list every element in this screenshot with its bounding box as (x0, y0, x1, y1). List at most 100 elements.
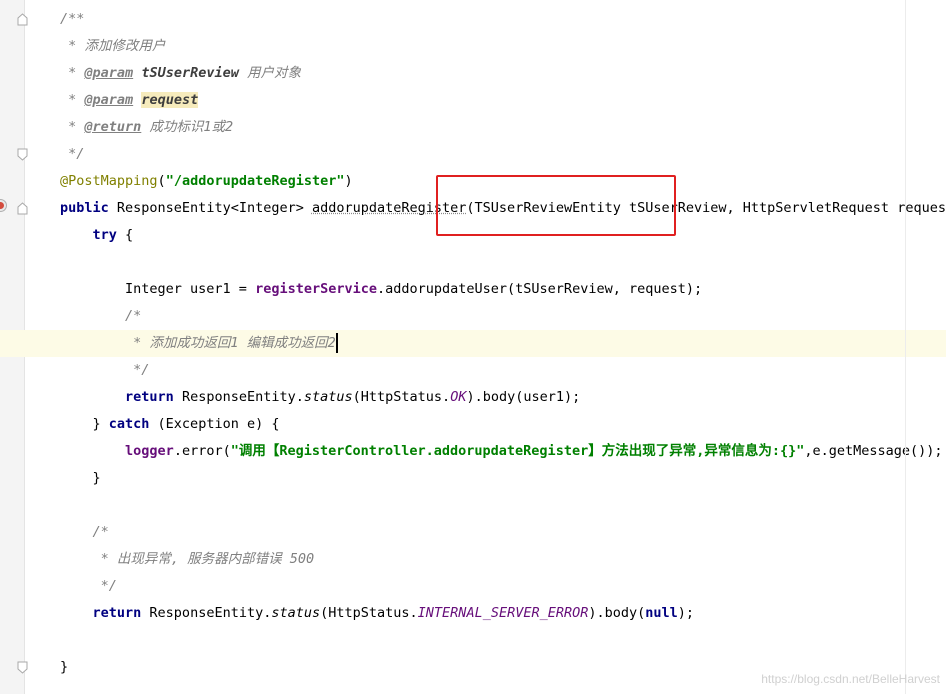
code-token: ,e.getMessage()); (804, 443, 943, 459)
code-line-text: /* (60, 303, 141, 330)
code-line-text: */ (60, 141, 84, 168)
code-token: catch (108, 416, 150, 432)
code-line[interactable]: */ (0, 141, 946, 168)
code-token: @return (84, 119, 142, 135)
code-token: ).body( (588, 605, 646, 621)
code-line-text: Integer user1 = registerService.addorupd… (60, 276, 702, 303)
code-token: return (92, 605, 142, 621)
code-line-text: * @param tSUserReview 用户对象 (60, 60, 301, 87)
code-line[interactable]: */ (0, 357, 946, 384)
code-token: @param (84, 92, 134, 108)
code-token: ) (344, 173, 353, 189)
code-line[interactable] (0, 249, 946, 276)
code-line-text: @PostMapping("/addorupdateRegister") (60, 168, 353, 195)
code-token: 用户对象 (238, 65, 301, 81)
code-token: */ (60, 578, 117, 594)
code-line[interactable]: return ResponseEntity.status(HttpStatus.… (0, 384, 946, 411)
code-line-text: /** (60, 6, 84, 33)
code-token: "调用【RegisterController.addorupdateRegist… (230, 443, 805, 459)
text-caret (335, 333, 338, 353)
code-token: status (271, 605, 321, 621)
code-token: return (125, 389, 174, 405)
code-token: /* (60, 308, 142, 324)
code-token: ); (677, 605, 695, 621)
right-margin-guide (905, 0, 906, 694)
code-token: ResponseEntity. (141, 605, 272, 621)
code-token: ResponseEntity<Integer> (108, 200, 312, 216)
code-line-text: * @param request (60, 87, 199, 114)
code-token: (HttpStatus. (320, 605, 418, 621)
code-token: * 添加成功返回1 编辑成功返回2 (60, 335, 336, 351)
code-line-text: return ResponseEntity.status(HttpStatus.… (60, 600, 695, 627)
code-token: public (60, 200, 109, 216)
code-token: { (116, 227, 134, 243)
code-token: @PostMapping (60, 173, 158, 189)
code-token: } (60, 659, 69, 675)
code-line-text: /* (60, 519, 109, 546)
code-token: logger (125, 443, 174, 459)
code-token: /** (60, 11, 85, 27)
code-token: (Exception e) { (149, 416, 280, 432)
code-token: */ (60, 362, 150, 378)
code-token: request (141, 92, 199, 108)
code-token: ResponseEntity. (173, 389, 304, 405)
code-token: "/addorupdateRegister" (165, 173, 345, 189)
code-token: ( (157, 173, 166, 189)
code-line-text: * 出现异常, 服务器内部错误 500 (60, 546, 315, 573)
code-token: .addorupdateUser(tSUserReview, request); (377, 281, 703, 297)
code-line[interactable]: * @param request (0, 87, 946, 114)
code-line-text: * @return 成功标识1或2 (60, 114, 233, 141)
code-line[interactable]: * 添加修改用户 (0, 33, 946, 60)
code-line[interactable]: * @return 成功标识1或2 (0, 114, 946, 141)
code-token: * 添加修改用户 (60, 38, 166, 54)
code-line[interactable]: * 添加成功返回1 编辑成功返回2 (0, 330, 946, 357)
code-line-text: } (60, 465, 101, 492)
code-token: INTERNAL_SERVER_ERROR (417, 605, 589, 621)
code-token: .error( (173, 443, 231, 459)
code-line[interactable] (0, 492, 946, 519)
code-token: * 出现异常, 服务器内部错误 500 (60, 551, 315, 567)
code-line[interactable]: return ResponseEntity.status(HttpStatus.… (0, 600, 946, 627)
code-editor[interactable]: /** * 添加修改用户 * @param tSUserReview 用户对象 … (0, 0, 946, 694)
code-line-text: * 添加成功返回1 编辑成功返回2 (60, 330, 338, 357)
code-token: * (60, 92, 85, 108)
code-token: * (60, 65, 85, 81)
code-line-text: } catch (Exception e) { (60, 411, 280, 438)
code-token: } (60, 470, 101, 486)
code-line-text: return ResponseEntity.status(HttpStatus.… (60, 384, 580, 411)
code-token: registerService (255, 281, 377, 297)
code-token: @param (84, 65, 134, 81)
code-token: */ (60, 146, 85, 162)
code-token: 成功标识1或2 (141, 119, 234, 135)
code-line-text: * 添加修改用户 (60, 33, 165, 60)
code-line-text: logger.error("调用【RegisterController.addo… (60, 438, 943, 465)
code-line[interactable]: } catch (Exception e) { (0, 411, 946, 438)
code-line-text: */ (60, 357, 149, 384)
code-token: } (60, 416, 109, 432)
code-line[interactable]: Integer user1 = registerService.addorupd… (0, 276, 946, 303)
code-line[interactable]: } (0, 465, 946, 492)
code-token: tSUserReview (141, 65, 239, 81)
code-line[interactable]: /* (0, 303, 946, 330)
code-line-text: } (60, 654, 68, 681)
code-line-text: */ (60, 573, 117, 600)
code-line[interactable]: logger.error("调用【RegisterController.addo… (0, 438, 946, 465)
code-line[interactable] (0, 627, 946, 654)
code-line[interactable]: * 出现异常, 服务器内部错误 500 (0, 546, 946, 573)
code-line[interactable]: * @param tSUserReview 用户对象 (0, 60, 946, 87)
code-token: ).body(user1); (466, 389, 581, 405)
code-line-text: try { (60, 222, 134, 249)
code-line[interactable]: */ (0, 573, 946, 600)
code-line[interactable]: /* (0, 519, 946, 546)
code-token: (HttpStatus. (352, 389, 451, 405)
watermark: https://blog.csdn.net/BelleHarvest (761, 672, 940, 686)
code-token: Integer user1 = (60, 281, 256, 297)
code-line[interactable]: /** (0, 6, 946, 33)
highlight-annotation-box (436, 175, 676, 236)
code-token: * (60, 119, 85, 135)
code-token: /* (60, 524, 109, 540)
